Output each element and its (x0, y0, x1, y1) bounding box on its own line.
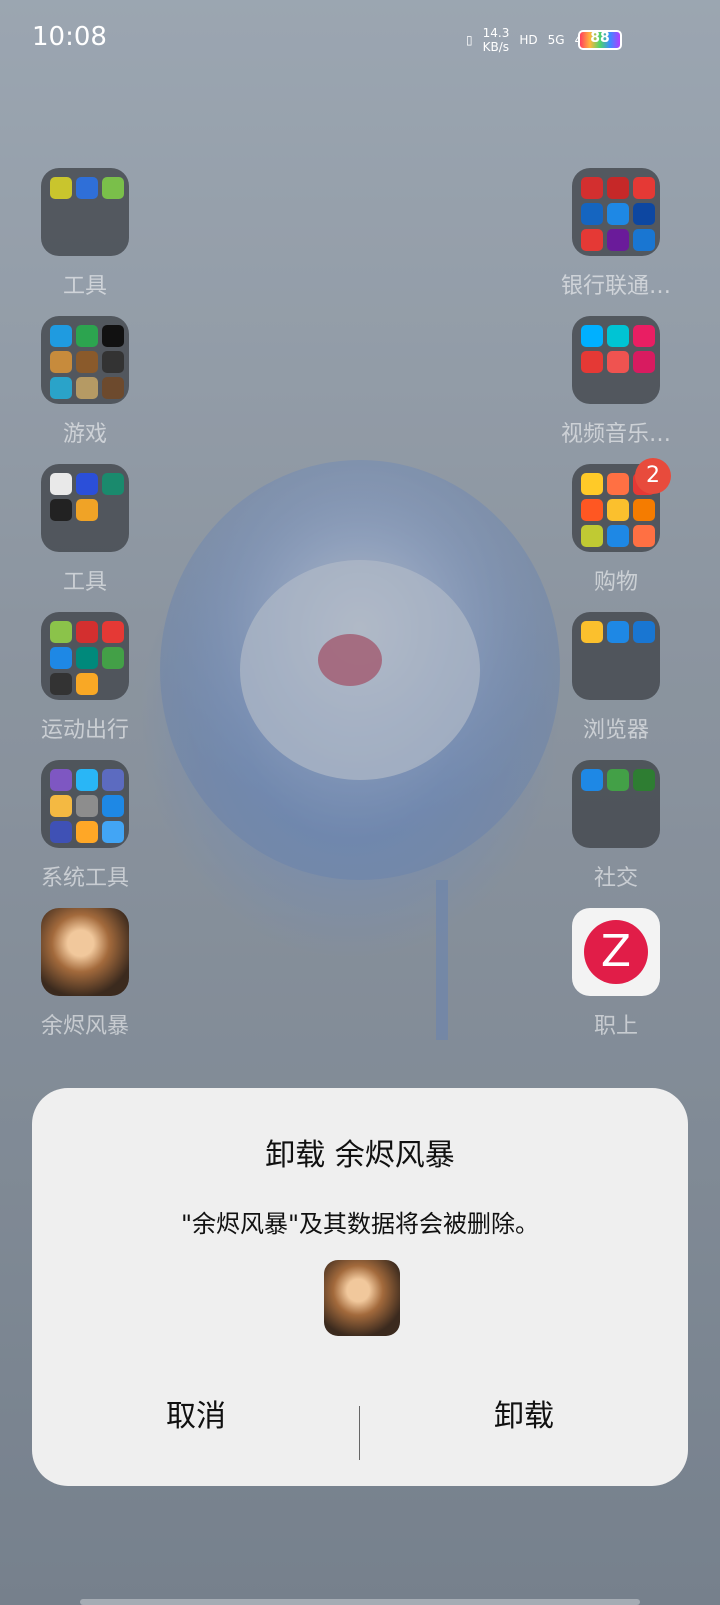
dialog-title: 卸载 余烬风暴 (265, 1138, 455, 1173)
app-label: 游戏 (62, 422, 107, 447)
folder-icon (572, 612, 660, 700)
app-label: 浏览器 (582, 718, 649, 743)
folder-system-tools[interactable]: 系统工具 (20, 760, 150, 892)
status-bar: 10:08 ▯ 14.3KB/s HD 5G 4G ◠ 88 (0, 0, 720, 80)
folder-tools-1[interactable]: 工具 (20, 168, 150, 300)
folder-shopping[interactable]: 2 购物 (551, 458, 681, 596)
app-label: 购物 (593, 570, 638, 595)
net-speed-value: 14.3 (482, 26, 510, 40)
hd-icon: HD (519, 33, 538, 47)
signal-5g-icon: 5G (547, 33, 565, 47)
uninstall-dialog: 卸载 余烬风暴 "余烬风暴"及其数据将会被删除。 取消 卸载 (32, 1088, 688, 1486)
folder-bank-telecom[interactable]: 银行联通… (551, 168, 681, 300)
clock: 10:08 (32, 22, 107, 52)
folder-social[interactable]: 社交 (551, 760, 681, 892)
uninstall-button[interactable]: 卸载 (360, 1388, 688, 1446)
folder-icon (572, 760, 660, 848)
app-label: 工具 (62, 274, 107, 299)
folder-sports-travel[interactable]: 运动出行 (20, 612, 150, 744)
folder-icon (41, 760, 129, 848)
vibrate-icon: ▯ (466, 33, 473, 47)
app-ember-storm[interactable]: 余烬风暴 (20, 908, 150, 1040)
folder-video-music[interactable]: 视频音乐… (551, 316, 681, 448)
ember-storm-app-icon (41, 908, 129, 996)
battery-level: 88 (590, 30, 610, 46)
battery-icon: 88 (578, 30, 622, 50)
folder-icon (572, 168, 660, 256)
cancel-button[interactable]: 取消 (32, 1388, 360, 1446)
folder-icon (41, 612, 129, 700)
app-label: 银行联通… (560, 274, 671, 299)
app-label: 工具 (62, 570, 107, 595)
net-speed-unit: KB/s (482, 40, 510, 54)
folder-icon (41, 168, 129, 256)
app-zhishang[interactable]: 职上 (551, 908, 681, 1040)
notification-badge: 2 (635, 458, 671, 494)
app-label: 职上 (593, 1014, 638, 1039)
zhishang-app-icon (572, 908, 660, 996)
folder-icon (41, 464, 129, 552)
folder-icon (572, 316, 660, 404)
app-label: 系统工具 (40, 866, 129, 891)
app-label: 视频音乐… (560, 422, 671, 447)
net-speed: 14.3 KB/s (483, 26, 510, 54)
app-label: 社交 (593, 866, 638, 891)
app-label: 余烬风暴 (40, 1014, 129, 1039)
folder-icon (41, 316, 129, 404)
gesture-bar[interactable] (80, 1599, 640, 1605)
app-label: 运动出行 (40, 718, 129, 743)
folder-browser[interactable]: 浏览器 (551, 612, 681, 744)
folder-games[interactable]: 游戏 (20, 316, 150, 448)
ember-storm-app-icon (324, 1260, 400, 1336)
dialog-message: "余烬风暴"及其数据将会被删除。 (180, 1210, 540, 1238)
folder-tools-2[interactable]: 工具 (20, 464, 150, 596)
